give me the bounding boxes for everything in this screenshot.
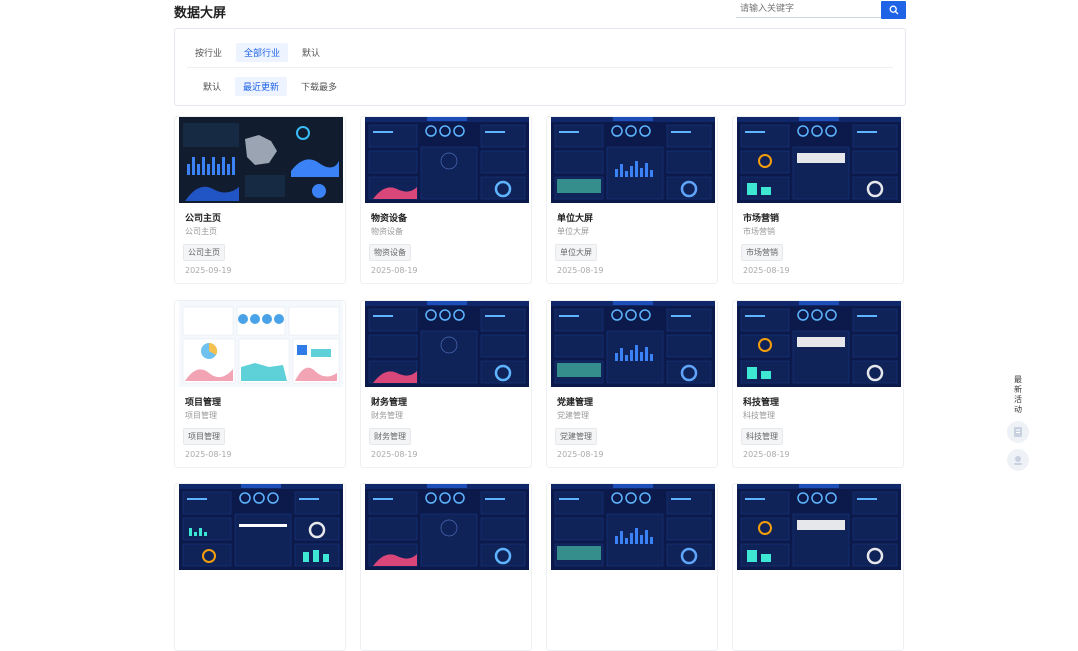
card-date: 2025-08-19 bbox=[743, 266, 790, 275]
template-card[interactable]: 市场营销 市场营销 市场营销 2025-08-19 bbox=[732, 116, 904, 284]
template-card[interactable]: 公司主页 公司主页 公司主页 2025-09-19 bbox=[174, 116, 346, 284]
template-card[interactable]: 财务管理 财务管理 财务管理 2025-08-19 bbox=[360, 300, 532, 468]
card-thumbnail[interactable] bbox=[365, 301, 529, 387]
card-tag: 物资设备 bbox=[369, 244, 411, 261]
card-date: 2025-08-19 bbox=[371, 450, 418, 459]
search-input[interactable] bbox=[736, 1, 882, 18]
document-button[interactable] bbox=[1007, 421, 1029, 443]
filter-industry-label: 按行业 bbox=[195, 49, 223, 59]
card-date: 2025-08-19 bbox=[557, 266, 604, 275]
search-bar bbox=[736, 1, 906, 19]
card-subtitle: 项目管理 bbox=[185, 411, 217, 420]
card-date: 2025-08-19 bbox=[371, 266, 418, 275]
card-thumbnail[interactable] bbox=[551, 301, 715, 387]
filter-all-industries[interactable]: 全部行业 bbox=[236, 43, 289, 62]
card-thumbnail[interactable] bbox=[179, 117, 343, 203]
card-thumbnail[interactable] bbox=[551, 117, 715, 203]
sort-filter-row: 默认 最近更新 下载最多 bbox=[175, 77, 905, 96]
card-title: 市场营销 bbox=[743, 214, 780, 224]
search-icon bbox=[889, 5, 899, 15]
sort-most-downloaded[interactable]: 下载最多 bbox=[293, 77, 345, 96]
sort-default[interactable]: 默认 bbox=[195, 77, 229, 96]
card-subtitle: 公司主页 bbox=[185, 227, 217, 236]
headset-icon bbox=[1014, 456, 1022, 465]
side-float-panel: 最新活动 bbox=[1006, 375, 1030, 471]
card-title: 物资设备 bbox=[371, 214, 408, 224]
card-tag: 财务管理 bbox=[369, 428, 411, 445]
template-card[interactable]: 物资设备 物资设备 物资设备 2025-08-19 bbox=[360, 116, 532, 284]
card-subtitle: 科技管理 bbox=[743, 411, 775, 420]
template-card[interactable] bbox=[732, 483, 904, 651]
card-subtitle: 党建管理 bbox=[557, 411, 589, 420]
card-title: 公司主页 bbox=[185, 214, 222, 224]
template-card[interactable] bbox=[174, 483, 346, 651]
search-button[interactable] bbox=[881, 1, 906, 19]
template-card[interactable]: 科技管理 科技管理 科技管理 2025-08-19 bbox=[732, 300, 904, 468]
card-tag: 科技管理 bbox=[741, 428, 783, 445]
card-date: 2025-08-19 bbox=[185, 450, 232, 459]
card-subtitle: 物资设备 bbox=[371, 227, 403, 236]
card-tag: 党建管理 bbox=[555, 428, 597, 445]
card-date: 2025-08-19 bbox=[743, 450, 790, 459]
card-thumbnail[interactable] bbox=[737, 301, 901, 387]
template-card[interactable]: 单位大屏 单位大屏 单位大屏 2025-08-19 bbox=[546, 116, 718, 284]
card-tag: 市场营销 bbox=[741, 244, 783, 261]
card-tag: 单位大屏 bbox=[555, 244, 597, 261]
card-thumbnail[interactable] bbox=[737, 117, 901, 203]
card-date: 2025-08-19 bbox=[557, 450, 604, 459]
card-tag: 项目管理 bbox=[183, 428, 225, 445]
filter-default[interactable]: 默认 bbox=[294, 43, 328, 62]
card-date: 2025-09-19 bbox=[185, 266, 232, 275]
card-tag: 公司主页 bbox=[183, 244, 225, 261]
template-card[interactable] bbox=[546, 483, 718, 651]
support-button[interactable] bbox=[1007, 449, 1029, 471]
document-icon bbox=[1014, 427, 1022, 437]
filter-divider bbox=[187, 67, 893, 68]
template-card[interactable]: 党建管理 党建管理 党建管理 2025-08-19 bbox=[546, 300, 718, 468]
latest-activity-link[interactable]: 最新活动 bbox=[1012, 375, 1024, 415]
card-title: 科技管理 bbox=[743, 398, 780, 408]
card-subtitle: 财务管理 bbox=[371, 411, 403, 420]
card-subtitle: 市场营销 bbox=[743, 227, 775, 236]
card-thumbnail[interactable] bbox=[365, 117, 529, 203]
sort-recent[interactable]: 最近更新 bbox=[235, 77, 288, 96]
filter-panel: 按行业 全部行业 默认 默认 最近更新 下载最多 bbox=[174, 28, 906, 106]
card-subtitle: 单位大屏 bbox=[557, 227, 589, 236]
card-thumbnail[interactable] bbox=[179, 301, 343, 387]
card-title: 党建管理 bbox=[557, 398, 594, 408]
card-title: 单位大屏 bbox=[557, 214, 594, 224]
card-title: 项目管理 bbox=[185, 398, 222, 408]
template-card[interactable]: 项目管理 项目管理 项目管理 2025-08-19 bbox=[174, 300, 346, 468]
card-title: 财务管理 bbox=[371, 398, 408, 408]
industry-filter-row: 按行业 全部行业 默认 bbox=[175, 43, 905, 62]
template-card[interactable] bbox=[360, 483, 532, 651]
page-title: 数据大屏 bbox=[174, 6, 227, 21]
